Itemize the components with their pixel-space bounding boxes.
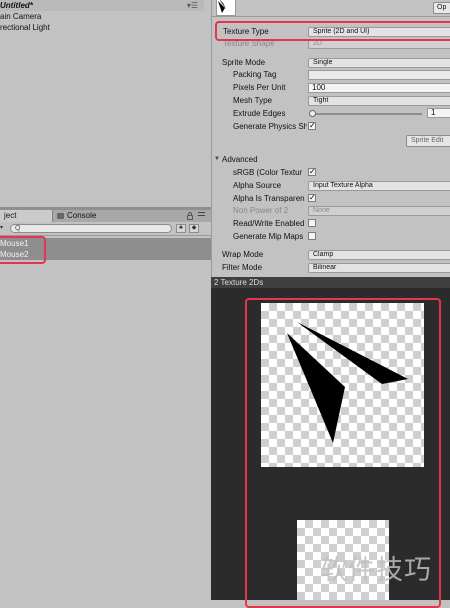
tab-console-label: Console bbox=[67, 211, 97, 220]
wrap-mode-label: Wrap Mode bbox=[222, 250, 264, 259]
texture-shape-label: Texture Shape bbox=[223, 39, 275, 48]
extrude-edges-slider-handle[interactable] bbox=[309, 110, 316, 117]
sprite-mode-label: Sprite Mode bbox=[222, 58, 266, 67]
tab-console[interactable]: Console bbox=[53, 210, 113, 222]
advanced-foldout-label[interactable]: Advanced bbox=[222, 154, 258, 165]
texture-type-dropdown[interactable]: Sprite (2D and UI) bbox=[308, 27, 450, 37]
wrap-mode-dropdown[interactable]: Clamp bbox=[308, 250, 450, 260]
hierarchy-item-label: rectional Light bbox=[0, 23, 50, 32]
non-power-label: Non Power of 2 bbox=[233, 206, 289, 215]
pixels-per-unit-label: Pixels Per Unit bbox=[233, 83, 286, 92]
texture-shape-dropdown: 2D bbox=[308, 39, 450, 49]
cursor-arrow-icon bbox=[287, 322, 408, 443]
scene-title: Untitled* bbox=[0, 1, 33, 10]
hierarchy-item-light[interactable]: rectional Light bbox=[0, 22, 50, 33]
non-power-dropdown: None bbox=[308, 206, 450, 216]
mip-maps-checkbox[interactable] bbox=[308, 232, 316, 240]
mesh-type-label: Mesh Type bbox=[233, 96, 272, 105]
mesh-type-dropdown[interactable]: Tight bbox=[308, 96, 450, 106]
tab-project[interactable]: ject bbox=[0, 210, 53, 222]
hierarchy-item-label: ain Camera bbox=[0, 12, 42, 21]
create-dropdown-icon[interactable]: ▾ bbox=[0, 224, 8, 233]
hierarchy-item-camera[interactable]: ain Camera bbox=[0, 11, 41, 22]
read-write-checkbox[interactable] bbox=[308, 219, 316, 227]
texture-type-label: Texture Type bbox=[223, 27, 269, 36]
filter-type-icon[interactable]: ♣ bbox=[176, 224, 186, 233]
mip-maps-label: Generate Mip Maps bbox=[233, 232, 304, 241]
extrude-edges-field[interactable]: 1 bbox=[427, 108, 450, 118]
inspector-panel: Op Texture Type Sprite (2D and UI) Textu… bbox=[211, 0, 450, 277]
watermark-text: 软件技巧 bbox=[320, 555, 432, 586]
scene-title-row[interactable]: Untitled* ▾☰ bbox=[0, 0, 204, 11]
console-icon bbox=[57, 213, 64, 219]
lock-icon[interactable] bbox=[187, 212, 193, 220]
filter-mode-label: Filter Mode bbox=[222, 263, 263, 272]
pixels-per-unit-field[interactable]: 100 bbox=[308, 83, 450, 93]
srgb-checkbox[interactable]: ✓ bbox=[308, 168, 316, 176]
packing-tag-label: Packing Tag bbox=[233, 70, 277, 79]
extrude-edges-label: Extrude Edges bbox=[233, 109, 286, 118]
alpha-transparency-label: Alpha Is Transparen bbox=[233, 194, 305, 203]
extrude-edges-slider[interactable] bbox=[310, 113, 422, 115]
project-search-input[interactable]: Q bbox=[10, 224, 172, 233]
panel-menu-icon[interactable] bbox=[198, 212, 205, 219]
list-item[interactable]: Mouse1 bbox=[0, 238, 211, 249]
texture-thumbnail bbox=[216, 0, 236, 16]
alpha-transparency-checkbox[interactable]: ✓ bbox=[308, 194, 316, 202]
preview-header[interactable]: 2 Texture 2Ds bbox=[211, 277, 450, 288]
search-icon: Q bbox=[15, 225, 21, 232]
alpha-source-label: Alpha Source bbox=[233, 181, 282, 190]
srgb-label: sRGB (Color Textur bbox=[233, 168, 303, 177]
project-search-bar: ▾ Q ♣ ◆ bbox=[0, 222, 211, 236]
open-button[interactable]: Op bbox=[433, 2, 450, 14]
generate-physics-checkbox[interactable]: ✓ bbox=[308, 122, 316, 130]
list-item[interactable]: Mouse2 bbox=[0, 249, 211, 260]
alpha-source-dropdown[interactable]: Input Texture Alpha bbox=[308, 181, 450, 191]
packing-tag-field[interactable] bbox=[308, 70, 450, 80]
project-asset-list: Mouse1 Mouse2 bbox=[0, 236, 211, 600]
inspector-header-divider bbox=[212, 16, 450, 17]
filter-mode-dropdown[interactable]: Bilinear bbox=[308, 263, 450, 273]
tab-project-label: ject bbox=[4, 211, 17, 220]
sprite-preview-mouse1 bbox=[261, 303, 424, 467]
filter-label-icon[interactable]: ◆ bbox=[189, 224, 199, 233]
read-write-label: Read/Write Enabled bbox=[233, 219, 305, 228]
advanced-foldout-icon[interactable]: ▼ bbox=[214, 154, 220, 165]
hierarchy-panel: Untitled* ▾☰ ain Camera rectional Light bbox=[0, 0, 211, 207]
scene-menu-icon[interactable]: ▾☰ bbox=[187, 0, 198, 11]
asset-name: Mouse2 bbox=[0, 250, 29, 259]
asset-name: Mouse1 bbox=[0, 239, 29, 248]
generate-physics-label: Generate Physics Sh bbox=[233, 122, 307, 131]
sprite-mode-dropdown[interactable]: Single bbox=[308, 58, 450, 68]
sprite-editor-button[interactable]: Sprite Edit bbox=[406, 135, 450, 147]
